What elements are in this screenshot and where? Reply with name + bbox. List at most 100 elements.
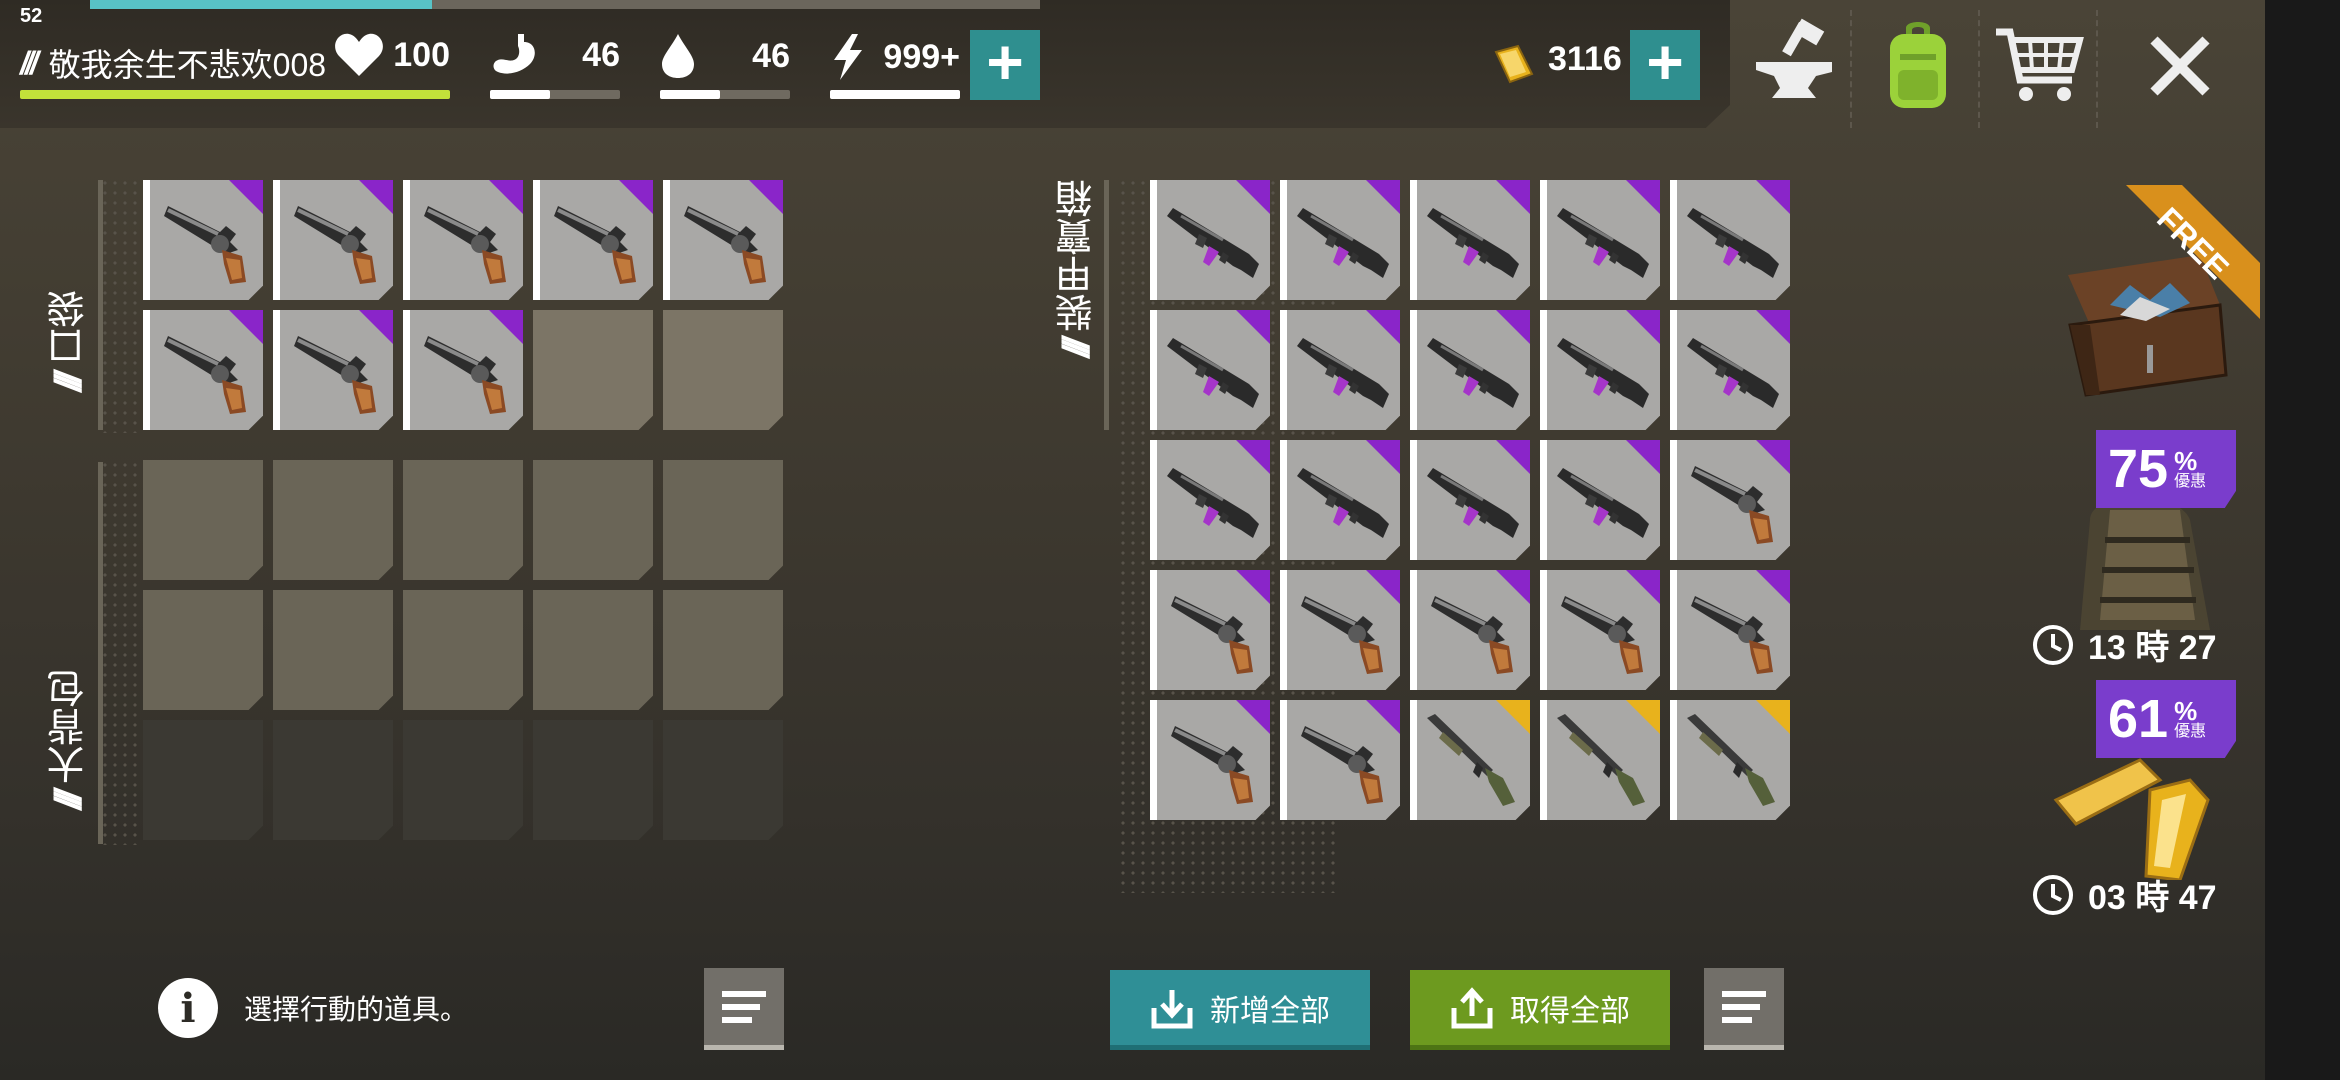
empty-slot[interactable] (533, 310, 653, 430)
rarity-corner (749, 180, 783, 214)
anvil-icon[interactable] (1746, 18, 1842, 114)
inventory-slot-rifle[interactable] (1150, 180, 1270, 300)
inventory-slot-revolver[interactable] (143, 180, 263, 300)
inventory-slot-revolver[interactable] (273, 180, 393, 300)
inventory-slot-revolver[interactable] (663, 180, 783, 300)
empty-slot[interactable] (533, 590, 653, 710)
take-all-button[interactable]: 取得全部 (1410, 970, 1670, 1050)
gold-offer-image[interactable] (2050, 740, 2230, 882)
empty-slot[interactable] (403, 590, 523, 710)
empty-slot[interactable] (663, 590, 783, 710)
inventory-slot-revolver[interactable] (1150, 700, 1270, 820)
food-bar (490, 90, 620, 99)
empty-slot[interactable] (533, 460, 653, 580)
inventory-slot-rifle[interactable] (1540, 180, 1660, 300)
rarity-corner (1756, 310, 1790, 344)
inventory-sort-button[interactable] (704, 968, 784, 1050)
pocket-label: /// 口袋 (42, 290, 97, 392)
empty-slot[interactable] (273, 460, 393, 580)
backpack-icon[interactable] (1870, 18, 1966, 114)
offer2-time: 03 時 47 (2088, 879, 2217, 917)
heart-icon (335, 33, 383, 76)
cart-icon[interactable] (1992, 18, 2088, 114)
inventory-slot-revolver[interactable] (403, 180, 523, 300)
inventory-slot-rifle[interactable] (1150, 440, 1270, 560)
inventory-slot-shotgun[interactable] (1670, 700, 1790, 820)
inventory-slot-rifle[interactable] (1280, 180, 1400, 300)
take-all-label: 取得全部 (1510, 994, 1630, 1028)
player-name-row[interactable]: /// 敬我余生不悲欢008 (20, 40, 326, 86)
toolbar-divider (1850, 10, 1852, 128)
rarity-corner (1756, 440, 1790, 474)
inventory-slot-revolver[interactable] (1670, 570, 1790, 690)
water-stat: 46 (660, 32, 790, 80)
empty-slot[interactable] (533, 720, 653, 840)
food-value: 46 (582, 35, 620, 74)
offer-tag: 優惠 (2174, 473, 2207, 490)
inventory-slot-rifle[interactable] (1410, 180, 1530, 300)
gold-bars-icon (2053, 758, 2210, 882)
free-chest-offer[interactable]: FREE (2050, 185, 2260, 405)
inventory-slot-rifle[interactable] (1280, 440, 1400, 560)
inventory-slot-revolver[interactable] (1280, 570, 1400, 690)
chest-sort-button[interactable] (1704, 968, 1784, 1050)
plus-icon: + (986, 26, 1024, 98)
inventory-slot-revolver[interactable] (533, 180, 653, 300)
inventory-slot-revolver[interactable] (143, 310, 263, 430)
inventory-slot-rifle[interactable] (1670, 310, 1790, 430)
rarity-corner (1626, 440, 1660, 474)
empty-slot[interactable] (273, 720, 393, 840)
inventory-slot-rifle[interactable] (1410, 440, 1530, 560)
inventory-slot-revolver[interactable] (1540, 570, 1660, 690)
inventory-slot-rifle[interactable] (1540, 440, 1660, 560)
rarity-corner (1496, 570, 1530, 604)
inventory-slot-revolver[interactable] (1670, 440, 1790, 560)
inventory-slot-revolver[interactable] (1410, 570, 1530, 690)
inventory-slot-rifle[interactable] (1280, 310, 1400, 430)
backpack-label: /// 大背包 (42, 670, 97, 810)
empty-slot[interactable] (663, 310, 783, 430)
empty-slot[interactable] (403, 720, 523, 840)
inventory-slot-revolver[interactable] (1280, 700, 1400, 820)
rarity-corner (229, 310, 263, 344)
health-stat: 100 (334, 32, 450, 78)
inventory-slot-revolver[interactable] (1150, 570, 1270, 690)
inventory-slot-shotgun[interactable] (1540, 700, 1660, 820)
stomach-icon (493, 34, 535, 74)
screen-edge (2265, 0, 2340, 1080)
rarity-corner (1756, 180, 1790, 214)
empty-slot[interactable] (273, 590, 393, 710)
sort-line (1722, 990, 1766, 997)
rarity-corner (1626, 700, 1660, 734)
gold-plus-button[interactable]: + (1630, 30, 1700, 100)
inventory-slot-rifle[interactable] (1670, 180, 1790, 300)
rarity-corner (1626, 310, 1660, 344)
empty-slot[interactable] (663, 720, 783, 840)
empty-slot[interactable] (663, 460, 783, 580)
rarity-corner (619, 180, 653, 214)
rarity-corner (489, 180, 523, 214)
add-all-button[interactable]: 新增全部 (1110, 970, 1370, 1050)
inventory-slot-shotgun[interactable] (1410, 700, 1530, 820)
player-level: 52 (20, 5, 43, 27)
empty-slot[interactable] (143, 460, 263, 580)
empty-slot[interactable] (143, 720, 263, 840)
empty-slot[interactable] (143, 590, 263, 710)
inventory-slot-rifle[interactable] (1410, 310, 1530, 430)
inventory-slot-rifle[interactable] (1150, 310, 1270, 430)
upload-icon (1451, 986, 1493, 1028)
close-icon[interactable] (2132, 18, 2228, 114)
water-value: 46 (752, 36, 790, 75)
empty-slot[interactable] (403, 460, 523, 580)
inventory-slot-revolver[interactable] (403, 310, 523, 430)
inventory-slot-revolver[interactable] (273, 310, 393, 430)
rarity-corner (1236, 700, 1270, 734)
energy-plus-button[interactable]: + (970, 30, 1040, 100)
sort-line (722, 1003, 760, 1010)
lightning-icon (834, 34, 862, 80)
pocket-pattern (100, 178, 140, 433)
inventory-slot-rifle[interactable] (1540, 310, 1660, 430)
rarity-corner (489, 310, 523, 344)
rarity-corner (1366, 310, 1400, 344)
rarity-corner (1756, 570, 1790, 604)
